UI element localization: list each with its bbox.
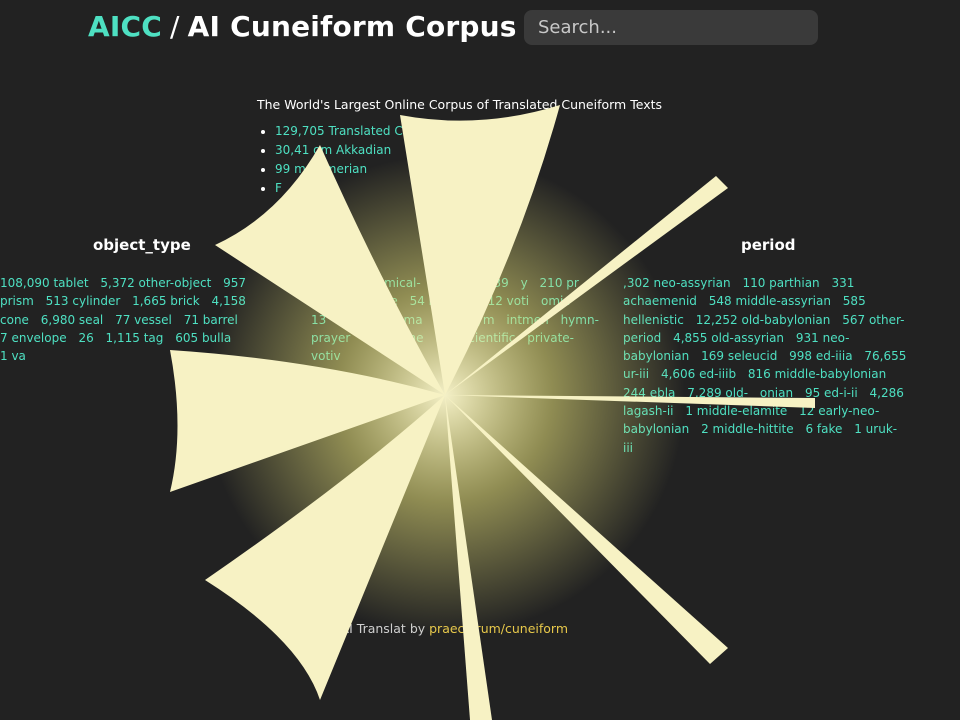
object-type-item[interactable]: 6,980 seal: [41, 313, 104, 327]
footer-repo-link[interactable]: praeclarum/cuneiform: [429, 621, 568, 636]
object-type-heading: object_type: [93, 236, 191, 254]
period-item[interactable]: 4,855 old-assyrian: [673, 331, 784, 345]
stat-item[interactable]: 99 m Sumerian: [275, 160, 677, 179]
tagline: The World's Largest Online Corpus of Tra…: [257, 97, 663, 112]
period-item[interactable]: 169 seleucid: [701, 349, 777, 363]
object-type-item[interactable]: 1,665 brick: [132, 294, 200, 308]
object-type-item[interactable]: 77 vessel: [115, 313, 172, 327]
genre-item[interactable]: omic: [541, 294, 570, 308]
period-list: ,302 neo-assyrian 110 parthian 331 achae…: [623, 274, 913, 457]
genre-item[interactable]: erologic: [311, 294, 359, 308]
genre-item[interactable]: intmen: [506, 313, 548, 327]
genre-list: umen ronomical- istrative 39 y 210 pr er…: [311, 274, 601, 365]
period-heading: period: [741, 236, 796, 254]
object-type-item[interactable]: 26: [78, 331, 93, 345]
object-type-list: 108,090 tablet 5,372 other-object 957 pr…: [0, 274, 250, 365]
genre-item[interactable]: 11 prophe: [362, 331, 423, 345]
object-type-item[interactable]: 7 envelope: [0, 331, 67, 345]
object-type-item[interactable]: 513 cylinder: [46, 294, 121, 308]
intro-section: The World's Largest Online Corpus of Tra…: [257, 97, 677, 198]
site-name[interactable]: AI Cuneiform Corpus: [188, 10, 517, 43]
period-item[interactable]: 4,606 ed-iiib: [661, 367, 736, 381]
period-item[interactable]: onian: [760, 386, 793, 400]
genre-item[interactable]: 39: [494, 276, 509, 290]
site-abbr[interactable]: AICC: [88, 10, 162, 43]
period-item[interactable]: 548 middle-assyrian: [709, 294, 831, 308]
period-item[interactable]: 12,252 old-babylonian: [696, 313, 831, 327]
genre-item[interactable]: 54 royal-rit: [410, 294, 476, 308]
genre-item[interactable]: 13: [311, 313, 326, 327]
genre-item[interactable]: umen: [311, 276, 345, 290]
genre-item[interactable]: 210 pr: [540, 276, 579, 290]
period-item[interactable]: 6 fake: [805, 422, 842, 436]
title-separator: /: [170, 10, 180, 43]
footer-by: by: [405, 621, 430, 636]
genre-item[interactable]: dure: [370, 294, 397, 308]
object-type-item[interactable]: 5,372 other-object: [100, 276, 211, 290]
stat-item[interactable]: 30,41 om Akkadian: [275, 141, 677, 160]
genre-item[interactable]: 12 voti: [488, 294, 530, 308]
period-item[interactable]: 998 ed-iiia: [789, 349, 852, 363]
object-type-item[interactable]: 1 va: [0, 349, 26, 363]
period-item[interactable]: 7,289 old-: [687, 386, 748, 400]
period-item[interactable]: 2 middle-hittite: [701, 422, 794, 436]
footer: um — AI Translat by praeclarum/cuneiform: [300, 621, 568, 636]
object-type-item[interactable]: 1,115 tag: [106, 331, 164, 345]
genre-item[interactable]: 370 scientific: [435, 331, 515, 345]
footer-text: — AI Translat: [320, 621, 406, 636]
footer-corpus-link[interactable]: um: [300, 621, 320, 636]
genre-item[interactable]: ronomical-: [357, 276, 421, 290]
object-type-item[interactable]: 605 bulla: [175, 331, 231, 345]
site-title[interactable]: AICC / AI Cuneiform Corpus: [88, 10, 517, 43]
period-item[interactable]: ,302 neo-assyrian: [623, 276, 731, 290]
stat-item[interactable]: F: [275, 179, 677, 198]
stat-item[interactable]: 129,705 Translated C: [275, 122, 677, 141]
genre-item[interactable]: 3 eponym: [434, 313, 494, 327]
genre-item[interactable]: uncerta: [338, 313, 384, 327]
period-item[interactable]: 816 middle-babylonian: [748, 367, 886, 381]
period-item[interactable]: 95 ed-i-ii: [805, 386, 858, 400]
search-input[interactable]: [524, 10, 818, 45]
period-item[interactable]: 110 parthian: [742, 276, 819, 290]
period-item[interactable]: 1 middle-elamite: [685, 404, 787, 418]
object-type-item[interactable]: 71 barrel: [184, 313, 238, 327]
object-type-item[interactable]: 108,090 tablet: [0, 276, 89, 290]
stats-list: 129,705 Translated C 30,41 om Akkadian 9…: [257, 122, 677, 198]
genre-item[interactable]: istrative: [433, 276, 482, 290]
period-item[interactable]: 244 ebla: [623, 386, 675, 400]
genre-item[interactable]: ema: [396, 313, 422, 327]
genre-item[interactable]: y: [521, 276, 528, 290]
